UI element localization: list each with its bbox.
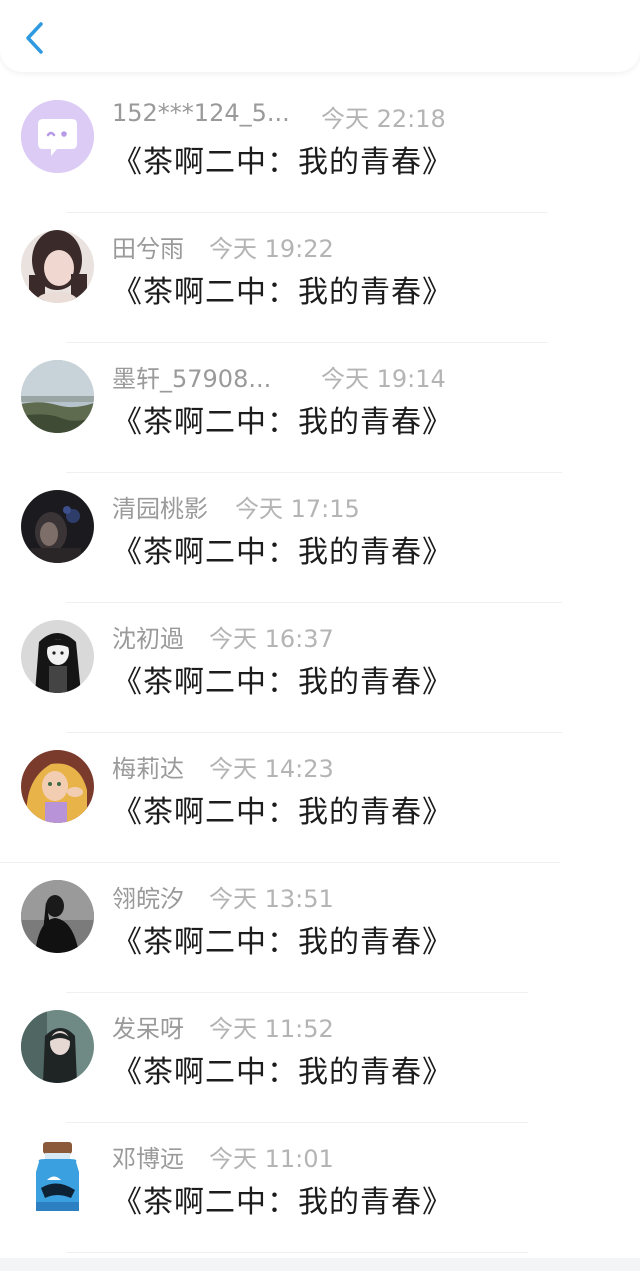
user-name: 邓博远 [112,1145,184,1173]
photo-silhouette-icon [21,880,94,953]
avatar[interactable] [21,360,94,433]
user-name: 翎皖汐 [112,885,184,913]
top-header [0,0,640,72]
item-meta: 翎皖汐 今天 13:51 [112,877,620,913]
list-item[interactable]: 发呆呀 今天 11:52 《茶啊二中：我的青春》 [0,993,640,1123]
avatar[interactable] [21,750,94,823]
message-text: 《茶啊二中：我的青春》 [112,405,453,440]
photo-dark-icon [21,490,94,563]
avatar[interactable] [21,490,94,563]
chat-bubble-face-icon [21,100,94,173]
message-text: 《茶啊二中：我的青春》 [112,535,453,570]
message-text: 《茶啊二中：我的青春》 [112,665,453,700]
list-item[interactable]: 翎皖汐 今天 13:51 《茶啊二中：我的青春》 [0,863,640,993]
bottom-bar [0,1258,640,1271]
timestamp: 今天 16:37 [209,625,334,653]
message-list: 152***124_5... 今天 22:18 《茶啊二中：我的青春》 田兮雨 [0,83,640,1253]
item-meta: 152***124_5... 今天 22:18 [112,97,620,133]
list-item[interactable]: 152***124_5... 今天 22:18 《茶啊二中：我的青春》 [0,83,640,213]
list-item[interactable]: 梅莉达 今天 14:23 《茶啊二中：我的青春》 [0,733,640,863]
item-meta: 清园桃影 今天 17:15 [112,487,620,523]
bottle-ocean-icon [21,1140,94,1213]
timestamp: 今天 14:23 [209,755,334,783]
message-text: 《茶啊二中：我的青春》 [112,925,453,960]
user-name: 发呆呀 [112,1015,184,1043]
avatar[interactable] [21,100,94,173]
message-text: 《茶啊二中：我的青春》 [112,275,453,310]
avatar[interactable] [21,230,94,303]
list-item[interactable]: 沈初過 今天 16:37 《茶啊二中：我的青春》 [0,603,640,733]
item-meta: 沈初過 今天 16:37 [112,617,620,653]
photo-portrait-icon [21,1010,94,1083]
timestamp: 今天 11:01 [209,1145,334,1173]
anime-dark-hair-icon [21,620,94,693]
avatar[interactable] [21,1140,94,1213]
list-item[interactable]: 邓博远 今天 11:01 《茶啊二中：我的青春》 [0,1123,640,1253]
photo-landscape-icon [21,360,94,433]
user-name: 田兮雨 [112,235,184,263]
message-text: 《茶啊二中：我的青春》 [112,145,453,180]
timestamp: 今天 19:14 [321,365,446,393]
screen: 152***124_5... 今天 22:18 《茶啊二中：我的青春》 田兮雨 [0,0,640,1271]
user-name: 沈初過 [112,625,184,653]
timestamp: 今天 22:18 [321,105,446,133]
avatar[interactable] [21,880,94,953]
row-divider [66,1252,528,1253]
item-meta: 墨轩_57908... 今天 19:14 [112,357,620,393]
timestamp: 今天 11:52 [209,1015,334,1043]
user-name: 墨轩_57908... [112,365,272,393]
timestamp: 今天 19:22 [209,235,334,263]
photo-girl-icon [21,230,94,303]
message-text: 《茶啊二中：我的青春》 [112,1185,453,1220]
chevron-left-icon [26,22,43,54]
list-item[interactable]: 墨轩_57908... 今天 19:14 《茶啊二中：我的青春》 [0,343,640,473]
list-item[interactable]: 田兮雨 今天 19:22 《茶啊二中：我的青春》 [0,213,640,343]
item-meta: 梅莉达 今天 14:23 [112,747,620,783]
message-text: 《茶啊二中：我的青春》 [112,795,453,830]
item-meta: 田兮雨 今天 19:22 [112,227,620,263]
timestamp: 今天 17:15 [235,495,360,523]
timestamp: 今天 13:51 [209,885,334,913]
back-button[interactable] [14,16,54,60]
user-name: 梅莉达 [112,755,184,783]
item-meta: 邓博远 今天 11:01 [112,1137,620,1173]
cartoon-princess-icon [21,750,94,823]
user-name: 清园桃影 [112,495,208,523]
user-name: 152***124_5... [112,99,290,127]
message-text: 《茶啊二中：我的青春》 [112,1055,453,1090]
avatar[interactable] [21,620,94,693]
list-item[interactable]: 清园桃影 今天 17:15 《茶啊二中：我的青春》 [0,473,640,603]
avatar[interactable] [21,1010,94,1083]
item-meta: 发呆呀 今天 11:52 [112,1007,620,1043]
